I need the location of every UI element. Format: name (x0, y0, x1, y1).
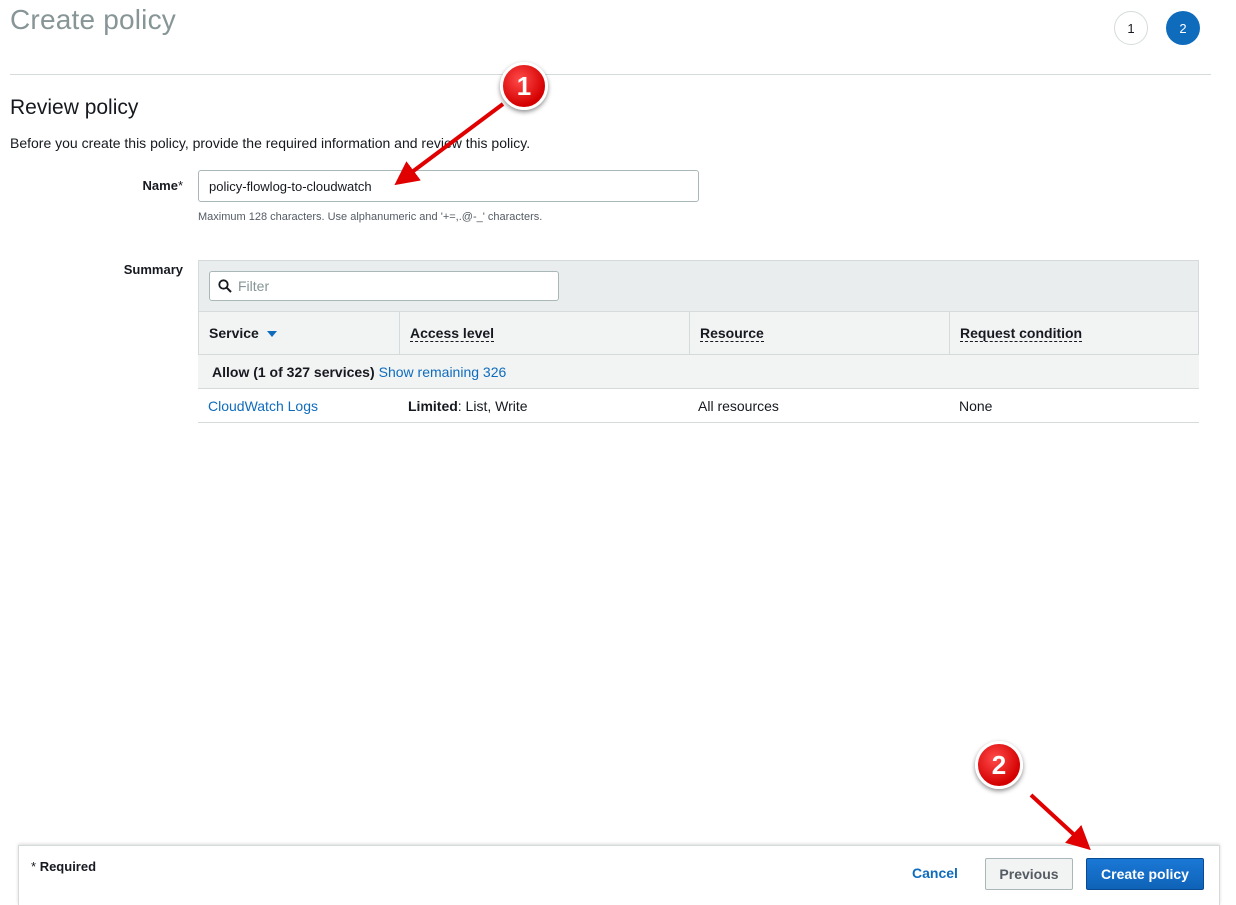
access-level-detail: : List, Write (457, 397, 528, 414)
filter-placeholder: Filter (238, 278, 270, 294)
required-note: * Required (31, 859, 96, 874)
column-header-service-label: Service (209, 325, 259, 341)
sort-descending-icon (266, 331, 277, 337)
show-remaining-link[interactable]: Show remaining 326 (379, 364, 507, 380)
summary-table-header: Service Access level Resource Request co… (198, 312, 1199, 355)
resource-cell: All resources (698, 397, 779, 414)
table-row: CloudWatch Logs Limited: List, Write All… (198, 389, 1199, 423)
page-title: Create policy (10, 4, 177, 35)
filter-input[interactable]: Filter (209, 271, 559, 301)
required-note-asterisk: * (31, 859, 37, 874)
service-link[interactable]: CloudWatch Logs (208, 398, 318, 414)
section-title: Review policy (10, 96, 139, 119)
annotation-callout-2: 2 (975, 741, 1023, 789)
previous-button[interactable]: Previous (985, 858, 1073, 890)
summary-label: Summary (123, 262, 183, 277)
search-icon (218, 279, 232, 293)
column-header-resource-label: Resource (700, 324, 764, 342)
required-note-text: Required (39, 859, 97, 874)
column-header-access-level-label: Access level (410, 324, 495, 342)
access-level-cell: Limited: List, Write (408, 389, 528, 422)
footer-bar: * Required Cancel Previous Create policy (18, 845, 1220, 905)
service-cell: CloudWatch Logs (208, 389, 318, 422)
annotation-arrow-2 (1029, 793, 1091, 851)
column-header-request-condition-label: Request condition (960, 324, 1083, 342)
column-header-access-level[interactable]: Access level (399, 312, 689, 354)
name-label-text: Name (142, 178, 178, 193)
required-asterisk: * (177, 178, 183, 193)
column-header-resource[interactable]: Resource (689, 312, 949, 354)
header-divider (10, 74, 1211, 75)
create-policy-button[interactable]: Create policy (1086, 858, 1204, 890)
column-header-request-condition[interactable]: Request condition (949, 312, 1199, 354)
request-condition-cell: None (959, 397, 993, 414)
step-2-indicator[interactable]: 2 (1166, 11, 1200, 45)
access-level-bold: Limited (408, 397, 458, 414)
section-description: Before you create this policy, provide t… (10, 135, 531, 151)
allow-group-label: Allow (1 of 327 services) (212, 363, 375, 380)
column-header-service[interactable]: Service (199, 312, 399, 354)
annotation-callout-1: 1 (500, 62, 548, 110)
name-hint: Maximum 128 characters. Use alphanumeric… (198, 211, 543, 223)
allow-group-row: Allow (1 of 327 services) Show remaining… (198, 355, 1199, 389)
step-1-indicator[interactable]: 1 (1114, 11, 1148, 45)
summary-filter-bar: Filter (198, 260, 1199, 312)
cancel-button[interactable]: Cancel (912, 865, 958, 881)
name-label: Name* (100, 178, 183, 193)
policy-name-input[interactable] (198, 170, 699, 202)
